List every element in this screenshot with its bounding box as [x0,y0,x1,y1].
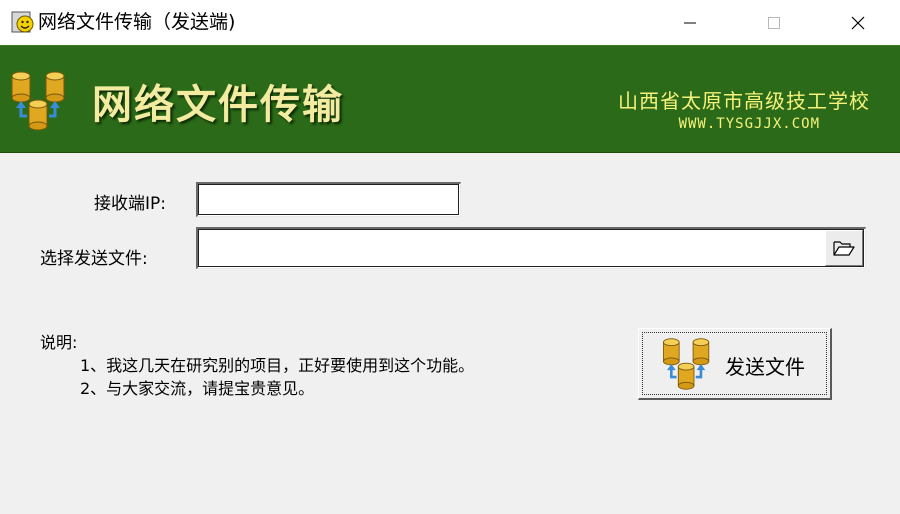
minimize-icon [684,22,696,23]
close-icon [851,16,865,29]
school-name: 山西省太原市高级技工学校 [618,89,870,113]
app-icon [11,11,34,33]
window-title: 网络文件传输（发送端) [38,11,236,33]
maximize-button[interactable] [746,0,802,45]
folder-open-icon [833,241,855,256]
send-file-label: 发送文件 [725,355,805,379]
ip-input[interactable] [196,182,461,217]
banner-title: 网络文件传输 [92,82,344,128]
file-label: 选择发送文件: [40,249,148,269]
title-bar: 网络文件传输（发送端) [0,0,900,45]
description-line: 2、与大家交流，请提宝贵意见。 [80,379,315,398]
school-url: WWW.TYSGJJX.COM [678,116,820,132]
database-transfer-icon [663,338,710,390]
send-file-button[interactable]: 发送文件 [638,328,832,400]
header-banner: 网络文件传输 山西省太原市高级技工学校 WWW.TYSGJJX.COM [0,45,900,153]
maximize-icon [768,16,780,29]
description-heading: 说明: [40,333,78,352]
description-line: 1、我这几天在研究别的项目，正好要使用到这个功能。 [80,356,475,375]
ip-label: 接收端IP: [94,194,166,214]
minimize-button[interactable] [662,0,718,45]
file-path-input[interactable] [196,227,866,269]
browse-button[interactable] [825,230,863,266]
close-button[interactable] [830,0,886,45]
database-transfer-icon [11,71,65,131]
